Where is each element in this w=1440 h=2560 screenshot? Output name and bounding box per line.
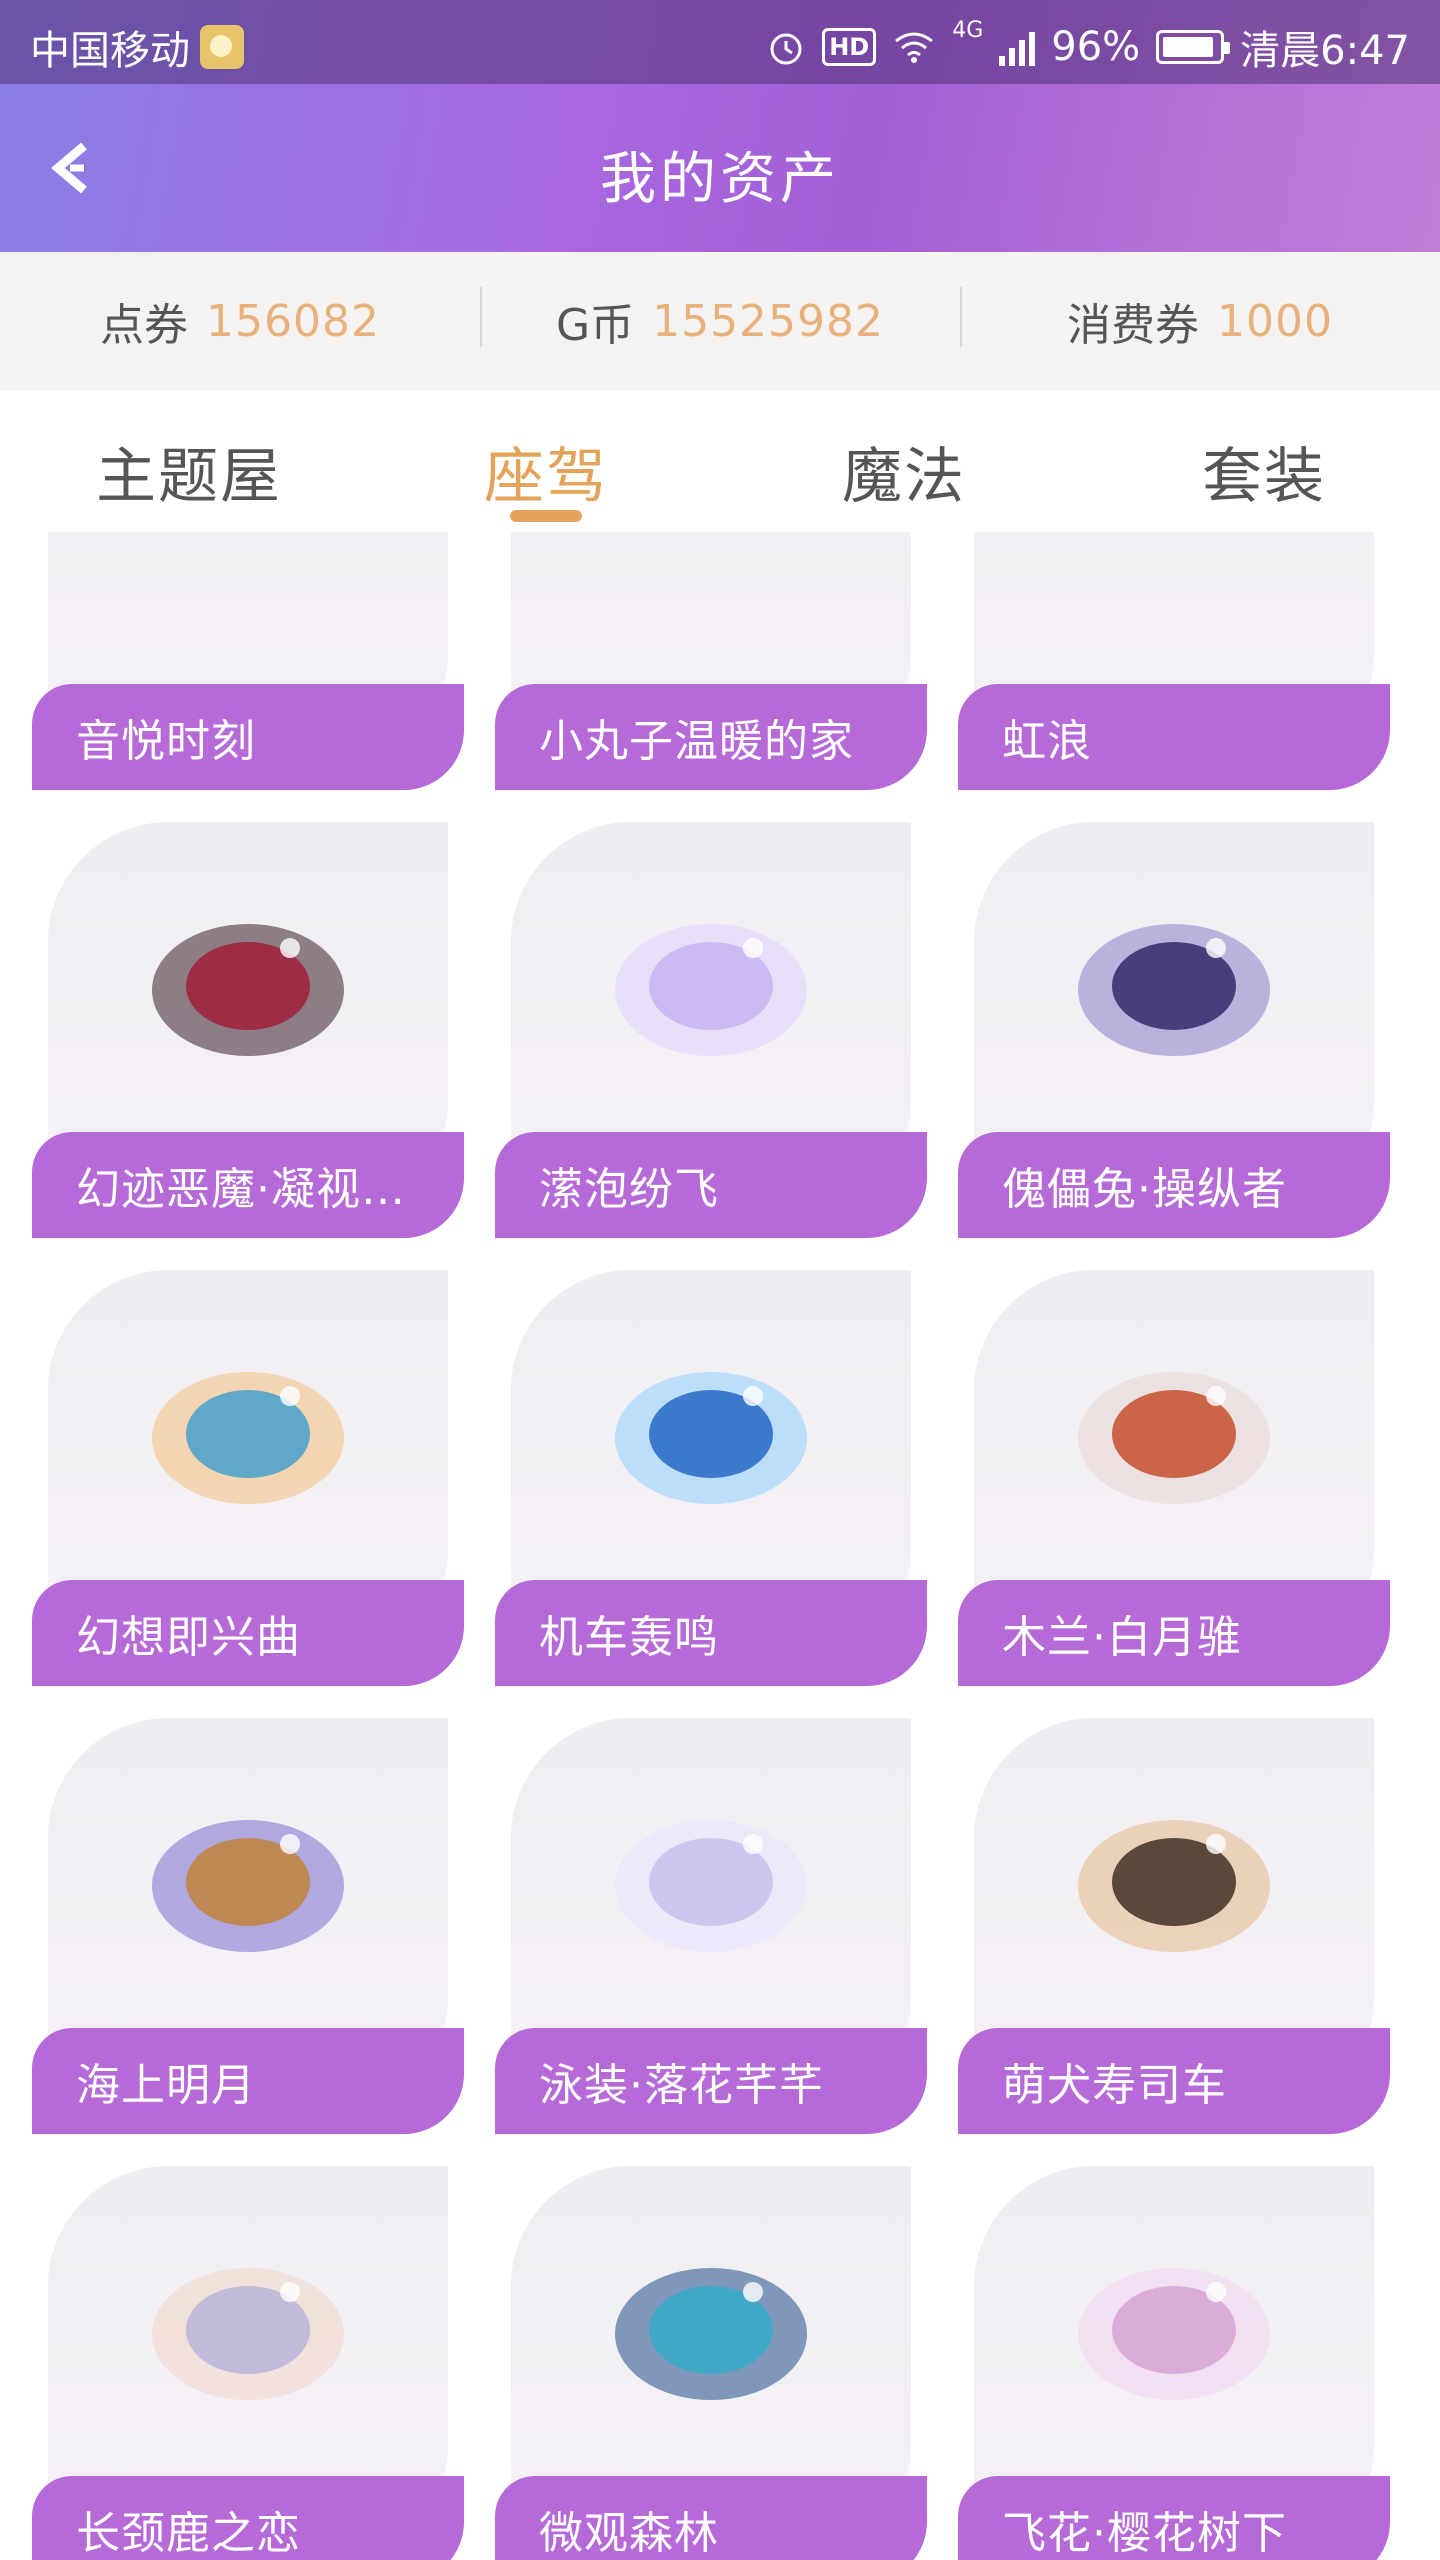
asset-artwork-icon (152, 2268, 344, 2400)
item-grid: 音悦时刻 小丸子温暖的家 虹浪幻迹恶魔·凝视之眼 潆泡纷飞 傀儡兔·操纵者幻想即兴曲 机车… (0, 532, 1440, 2560)
asset-name: 机车轰鸣 (539, 1612, 719, 1663)
asset-label-bar: 机车轰鸣 (495, 1580, 927, 1686)
asset-card[interactable]: 飞花·樱花树下 (958, 2166, 1390, 2560)
asset-card[interactable]: 幻迹恶魔·凝视之眼 (32, 822, 464, 1242)
asset-artwork-icon (615, 924, 807, 1056)
asset-card[interactable]: 傀儡兔·操纵者 (958, 822, 1390, 1242)
asset-artwork-icon (152, 924, 344, 1056)
balance-coupon: 消费券 1000 (960, 287, 1440, 353)
asset-label-bar: 幻迹恶魔·凝视之眼 (32, 1132, 464, 1238)
wifi-icon (895, 32, 934, 63)
balance-dianquan: 点券 156082 (0, 289, 480, 353)
asset-label-bar: 长颈鹿之恋 (32, 2476, 464, 2560)
asset-name: 长颈鹿之恋 (76, 2508, 301, 2559)
status-right: HD 4G 96% 清晨6:47 (766, 18, 1410, 76)
asset-card[interactable]: 小丸子温暖的家 (495, 532, 927, 794)
asset-name: 海上明月 (76, 2060, 256, 2111)
asset-card[interactable]: 幻想即兴曲 (32, 1270, 464, 1690)
asset-name: 小丸子温暖的家 (539, 716, 854, 767)
asset-card[interactable]: 机车轰鸣 (495, 1270, 927, 1690)
status-bar: 中国移动 HD 4G 96% 清晨6:47 (0, 0, 1440, 84)
tab-mount[interactable]: 座驾 (484, 428, 608, 515)
balance-label: G币 (555, 300, 635, 351)
balance-label: 点券 (100, 300, 189, 351)
asset-card[interactable]: 微观森林 (495, 2166, 927, 2560)
asset-card[interactable]: 海上明月 (32, 1718, 464, 2138)
asset-label-bar: 海上明月 (32, 2028, 464, 2134)
balance-value: 1000 (1217, 295, 1333, 347)
asset-card[interactable]: 木兰·白月骓 (958, 1270, 1390, 1690)
asset-artwork-icon (152, 1820, 344, 1952)
network-type: 4G (952, 18, 984, 43)
carrier-name: 中国移动 (30, 28, 190, 74)
asset-name: 音悦时刻 (76, 716, 256, 767)
app-header: 我的资产 (0, 84, 1440, 252)
tab-outfit[interactable]: 套装 (1202, 428, 1326, 515)
asset-label-bar: 潆泡纷飞 (495, 1132, 927, 1238)
asset-card[interactable]: 泳装·落花芊芊 (495, 1718, 927, 2138)
asset-card[interactable]: 虹浪 (958, 532, 1390, 794)
asset-artwork-icon (152, 1372, 344, 1504)
asset-card[interactable]: 长颈鹿之恋 (32, 2166, 464, 2560)
battery-percent: 96% (1051, 24, 1141, 70)
balance-label: 消费券 (1067, 300, 1199, 351)
asset-label-bar: 萌犬寿司车 (958, 2028, 1390, 2134)
asset-name: 虹浪 (1002, 716, 1092, 767)
asset-artwork-icon (615, 2268, 807, 2400)
asset-name: 微观森林 (539, 2508, 719, 2559)
asset-label-bar: 音悦时刻 (32, 684, 464, 790)
asset-name: 潆泡纷飞 (539, 1164, 719, 1215)
asset-name: 飞花·樱花树下 (1002, 2508, 1287, 2559)
battery-icon (1156, 30, 1231, 64)
asset-name: 幻迹恶魔·凝视之眼 (76, 1164, 446, 1215)
asset-card[interactable]: 萌犬寿司车 (958, 1718, 1390, 2138)
carrier: 中国移动 (30, 18, 244, 76)
asset-artwork-icon (1078, 924, 1270, 1056)
asset-name: 萌犬寿司车 (1002, 2060, 1227, 2111)
balance-row: 点券 156082 G币 15525982 消费券 1000 (0, 252, 1440, 390)
balance-value: 156082 (206, 295, 380, 347)
alarm-icon (770, 33, 802, 65)
asset-artwork-icon (1078, 2268, 1270, 2400)
clock: 清晨6:47 (1240, 28, 1410, 74)
category-tabs: 主题屋 座驾 魔法 套装 (0, 390, 1440, 540)
asset-artwork-icon (615, 1372, 807, 1504)
asset-label-bar: 泳装·落花芊芊 (495, 2028, 927, 2134)
asset-label-bar: 傀儡兔·操纵者 (958, 1132, 1390, 1238)
asset-artwork-icon (1078, 1372, 1270, 1504)
asset-card[interactable]: 潆泡纷飞 (495, 822, 927, 1242)
asset-artwork-icon (615, 1820, 807, 1952)
hd-badge: HD (822, 28, 877, 66)
page-title: 我的资产 (600, 147, 840, 212)
asset-name: 泳装·落花芊芊 (539, 2060, 824, 2111)
asset-label-bar: 微观森林 (495, 2476, 927, 2560)
asset-name: 幻想即兴曲 (76, 1612, 301, 1663)
asset-label-bar: 幻想即兴曲 (32, 1580, 464, 1686)
asset-label-bar: 小丸子温暖的家 (495, 684, 927, 790)
balance-gcoin: G币 15525982 (480, 287, 960, 353)
active-tab-indicator (510, 510, 582, 522)
signal-icon (999, 28, 1036, 66)
carrier-app-icon (200, 25, 244, 69)
asset-name: 傀儡兔·操纵者 (1002, 1164, 1287, 1215)
asset-label-bar: 木兰·白月骓 (958, 1580, 1390, 1686)
asset-label-bar: 虹浪 (958, 684, 1390, 790)
asset-card[interactable]: 音悦时刻 (32, 532, 464, 794)
asset-label-bar: 飞花·樱花树下 (958, 2476, 1390, 2560)
tab-theme-house[interactable]: 主题屋 (96, 428, 282, 515)
asset-name: 木兰·白月骓 (1002, 1612, 1242, 1663)
asset-artwork-icon (1078, 1820, 1270, 1952)
balance-value: 15525982 (652, 295, 885, 347)
tab-magic[interactable]: 魔法 (842, 428, 966, 515)
